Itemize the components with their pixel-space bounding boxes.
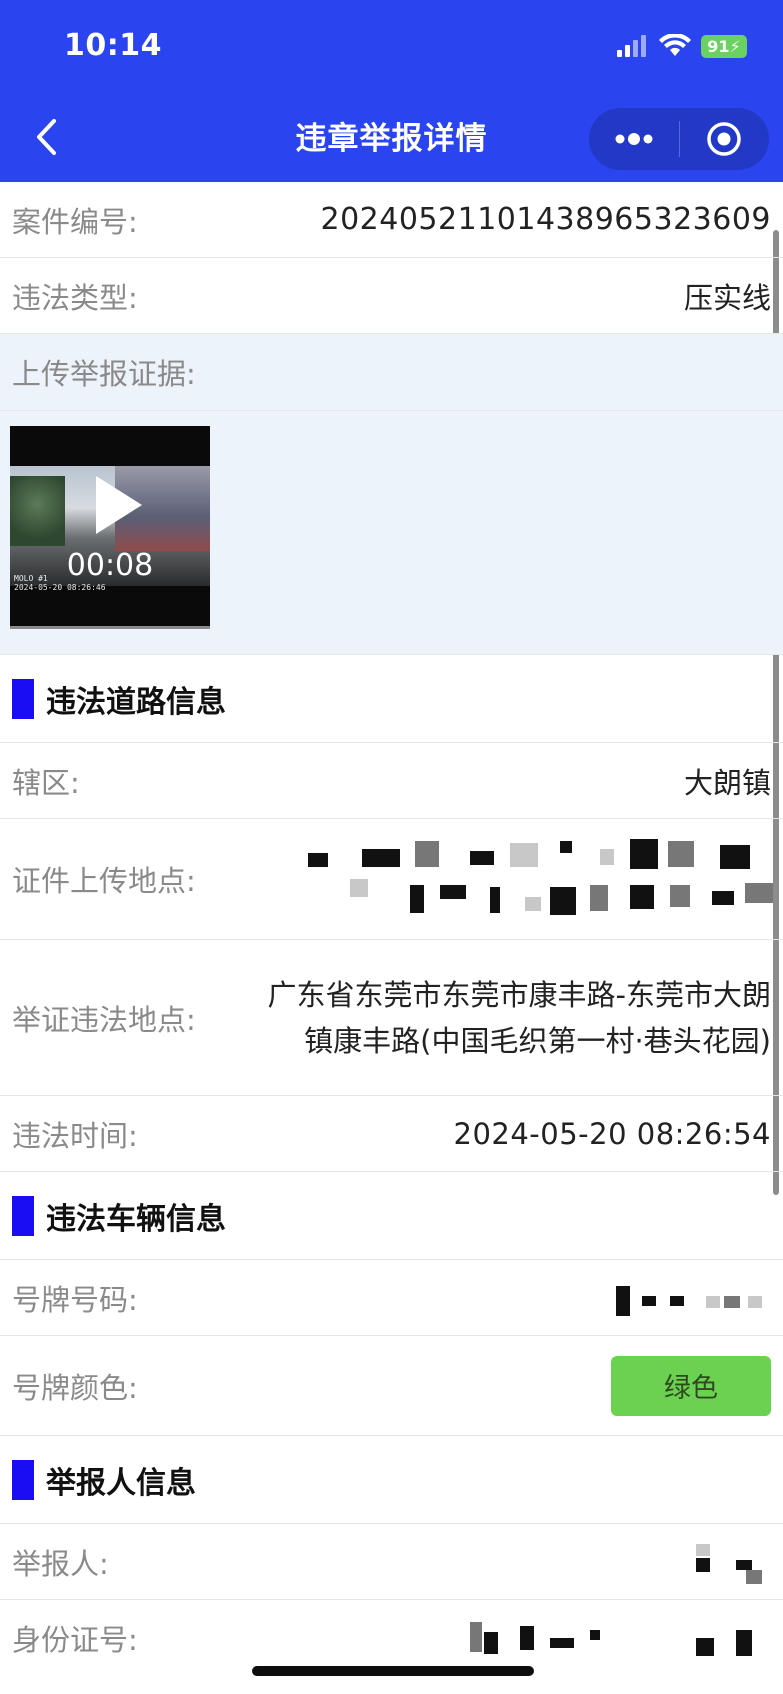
plate-color-row: 号牌颜色: 绿色 — [0, 1336, 783, 1436]
case-number-value: 20240521101438965323609 — [320, 202, 771, 237]
violation-time-label: 违法时间: — [12, 1118, 138, 1153]
evidence-label: 上传举报证据: — [12, 357, 196, 391]
report-location-value: 广东省东莞市东莞市康丰路-东莞市大朗镇康丰路(中国毛织第一村·巷头花园) — [267, 977, 771, 1058]
evidence-media-area: 00:08 MOLO #1 2024-05-20 08:26:46 — [0, 411, 783, 655]
district-label: 辖区: — [12, 765, 80, 800]
video-watermark-line-2: 2024-05-20 08:26:46 — [14, 583, 106, 592]
plate-color-badge: 绿色 — [611, 1355, 771, 1416]
reporter-info-title: 举报人信息 — [46, 1465, 196, 1501]
more-dots-icon — [615, 133, 653, 145]
vehicle-info-section-header: 违法车辆信息 — [0, 1172, 783, 1260]
app-header: 10:14 91⚡ 违章举报详情 — [0, 0, 783, 182]
reporter-row: 举报人: — [0, 1524, 783, 1600]
reporter-label: 举报人: — [12, 1546, 109, 1581]
bolt-icon: ⚡ — [729, 36, 741, 56]
close-miniprogram-button[interactable] — [680, 108, 770, 170]
miniprogram-capsule — [589, 108, 769, 170]
upload-location-row: 证件上传地点: — [0, 819, 783, 940]
section-marker — [12, 1195, 34, 1236]
id-number-row: 身份证号: — [0, 1600, 783, 1676]
reporter-info-section-header: 举报人信息 — [0, 1436, 783, 1524]
district-row: 辖区: 大朗镇 — [0, 743, 783, 819]
detail-content: 案件编号: 20240521101438965323609 违法类型: 压实线 … — [0, 182, 783, 1676]
case-number-label: 案件编号: — [12, 204, 138, 239]
violation-time-row: 违法时间: 2024-05-20 08:26:54 — [0, 1096, 783, 1172]
violation-time-value: 2024-05-20 08:26:54 — [453, 1116, 771, 1151]
violation-type-value: 压实线 — [683, 280, 771, 315]
battery-charging-icon: 91⚡ — [701, 34, 747, 58]
target-circle-icon — [707, 122, 741, 156]
status-icons: 91⚡ — [617, 34, 747, 58]
upload-location-redacted — [300, 837, 775, 927]
id-number-label: 身份证号: — [12, 1623, 138, 1657]
violation-type-label: 违法类型: — [12, 280, 138, 315]
video-watermark: MOLO #1 2024-05-20 08:26:46 — [14, 574, 106, 592]
road-info-title: 违法道路信息 — [46, 684, 226, 720]
violation-type-row: 违法类型: 压实线 — [0, 258, 783, 334]
id-number-redacted — [460, 1616, 770, 1664]
cellular-signal-icon — [617, 35, 646, 57]
video-frame-tree — [10, 476, 65, 546]
plate-number-redacted — [610, 1280, 770, 1320]
section-marker — [12, 1459, 34, 1500]
upload-location-label: 证件上传地点: — [12, 864, 196, 898]
home-indicator[interactable] — [252, 1666, 534, 1676]
vehicle-info-title: 违法车辆信息 — [46, 1201, 226, 1237]
report-location-label: 举证违法地点: — [12, 1002, 196, 1037]
report-location-row: 举证违法地点: 广东省东莞市东莞市康丰路-东莞市大朗镇康丰路(中国毛织第一村·巷… — [0, 940, 783, 1096]
play-icon — [96, 476, 142, 534]
case-number-row: 案件编号: 20240521101438965323609 — [0, 182, 783, 258]
status-time: 10:14 — [64, 28, 162, 63]
evidence-video-thumbnail[interactable]: 00:08 MOLO #1 2024-05-20 08:26:46 — [10, 426, 210, 629]
district-value: 大朗镇 — [683, 765, 771, 800]
plate-number-label: 号牌号码: — [12, 1282, 138, 1317]
reporter-name-redacted — [690, 1544, 770, 1588]
section-marker — [12, 678, 34, 719]
battery-level: 91 — [707, 36, 730, 56]
video-watermark-line-1: MOLO #1 — [14, 574, 48, 583]
road-info-section-header: 违法道路信息 — [0, 655, 783, 743]
evidence-row: 上传举报证据: — [0, 334, 783, 411]
plate-number-row: 号牌号码: — [0, 1260, 783, 1336]
wifi-icon — [659, 34, 691, 56]
more-button[interactable] — [589, 108, 679, 170]
plate-color-label: 号牌颜色: — [12, 1370, 138, 1405]
